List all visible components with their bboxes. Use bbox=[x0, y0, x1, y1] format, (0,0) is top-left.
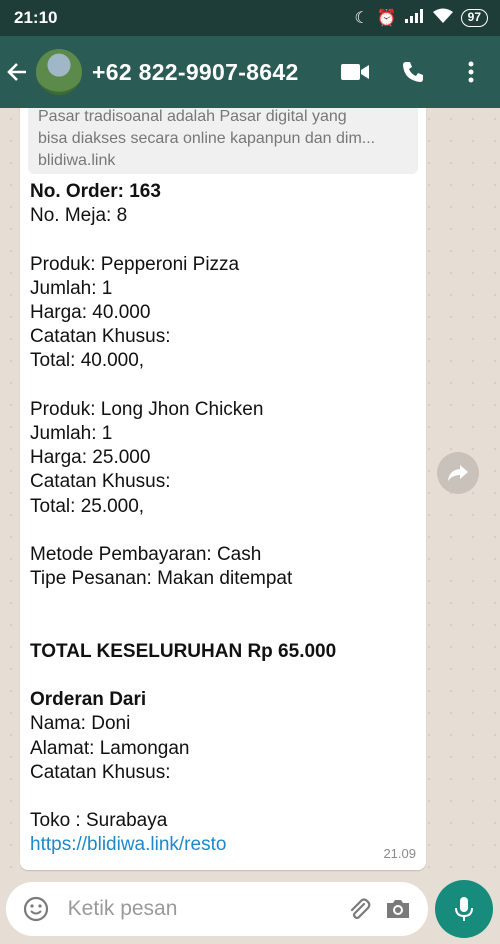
link-preview-line2: bisa diakses secara online kapanpun dan … bbox=[38, 130, 376, 147]
order-number: No. Order: 163 bbox=[30, 181, 161, 202]
link-preview-domain: blidiwa.link bbox=[38, 152, 116, 169]
link-preview-line1: Pasar tradisoanal adalah Pasar digital y… bbox=[38, 108, 347, 125]
item2-price: Harga: 25.000 bbox=[30, 447, 151, 469]
more-options-icon[interactable] bbox=[442, 36, 500, 108]
customer-name: Nama: Doni bbox=[30, 713, 131, 735]
order-type: Tipe Pesanan: Makan ditempat bbox=[30, 568, 293, 590]
message-input-box bbox=[6, 882, 428, 936]
status-bar: 21:10 ☾ ⏰ 97 bbox=[0, 0, 500, 36]
payment-method: Metode Pembayaran: Cash bbox=[30, 544, 262, 566]
customer-note: Catatan Khusus: bbox=[30, 761, 171, 783]
customer-address: Alamat: Lamongan bbox=[30, 737, 190, 759]
message-timestamp: 21.09 bbox=[383, 846, 416, 861]
link-preview[interactable]: Pasar tradisoanal adalah Pasar digital y… bbox=[28, 108, 418, 174]
emoji-icon[interactable] bbox=[16, 889, 56, 929]
table-number: No. Meja: 8 bbox=[30, 205, 128, 227]
store-link[interactable]: https://blidiwa.link/resto bbox=[30, 834, 226, 855]
grand-total: TOTAL KESELURUHAN Rp 65.000 bbox=[30, 640, 337, 662]
item2-total: Total: 25.000, bbox=[30, 495, 145, 517]
item1-price: Harga: 40.000 bbox=[30, 302, 151, 324]
chat-area[interactable]: Pasar tradisoanal adalah Pasar digital y… bbox=[0, 108, 500, 874]
item1-product: Produk: Pepperoni Pizza bbox=[30, 253, 240, 275]
status-icons: ☾ ⏰ 97 bbox=[354, 8, 488, 29]
signal-icon bbox=[404, 8, 425, 28]
camera-icon[interactable] bbox=[378, 889, 418, 929]
microphone-icon[interactable] bbox=[435, 880, 493, 938]
wifi-icon bbox=[432, 8, 453, 29]
item1-note: Catatan Khusus: bbox=[30, 326, 171, 348]
message-bubble[interactable]: Pasar tradisoanal adalah Pasar digital y… bbox=[20, 108, 426, 870]
alarm-icon: ⏰ bbox=[376, 10, 397, 27]
store-name: Toko : Surabaya bbox=[30, 810, 168, 832]
battery-indicator: 97 bbox=[460, 9, 488, 27]
item1-qty: Jumlah: 1 bbox=[30, 277, 113, 299]
order-from-heading: Orderan Dari bbox=[30, 689, 147, 711]
contact-name[interactable]: +62 822-9907-8642 bbox=[92, 59, 326, 86]
item1-total: Total: 40.000, bbox=[30, 350, 145, 372]
status-time: 21:10 bbox=[14, 8, 58, 27]
avatar[interactable] bbox=[36, 49, 82, 95]
phone-call-icon[interactable] bbox=[384, 36, 442, 108]
video-call-icon[interactable] bbox=[326, 36, 384, 108]
back-arrow-icon[interactable] bbox=[0, 36, 34, 108]
attach-icon[interactable] bbox=[339, 889, 379, 929]
item2-note: Catatan Khusus: bbox=[30, 471, 171, 493]
item2-product: Produk: Long Jhon Chicken bbox=[30, 398, 264, 420]
forward-icon[interactable] bbox=[437, 452, 479, 494]
do-not-disturb-icon: ☾ bbox=[354, 10, 369, 27]
input-bar bbox=[0, 874, 500, 944]
message-input[interactable] bbox=[67, 897, 339, 921]
message-text: No. Order: 163 No. Meja: 8 Produk: Pepper… bbox=[30, 180, 420, 858]
chat-header: +62 822-9907-8642 bbox=[0, 36, 500, 108]
item2-qty: Jumlah: 1 bbox=[30, 423, 113, 445]
